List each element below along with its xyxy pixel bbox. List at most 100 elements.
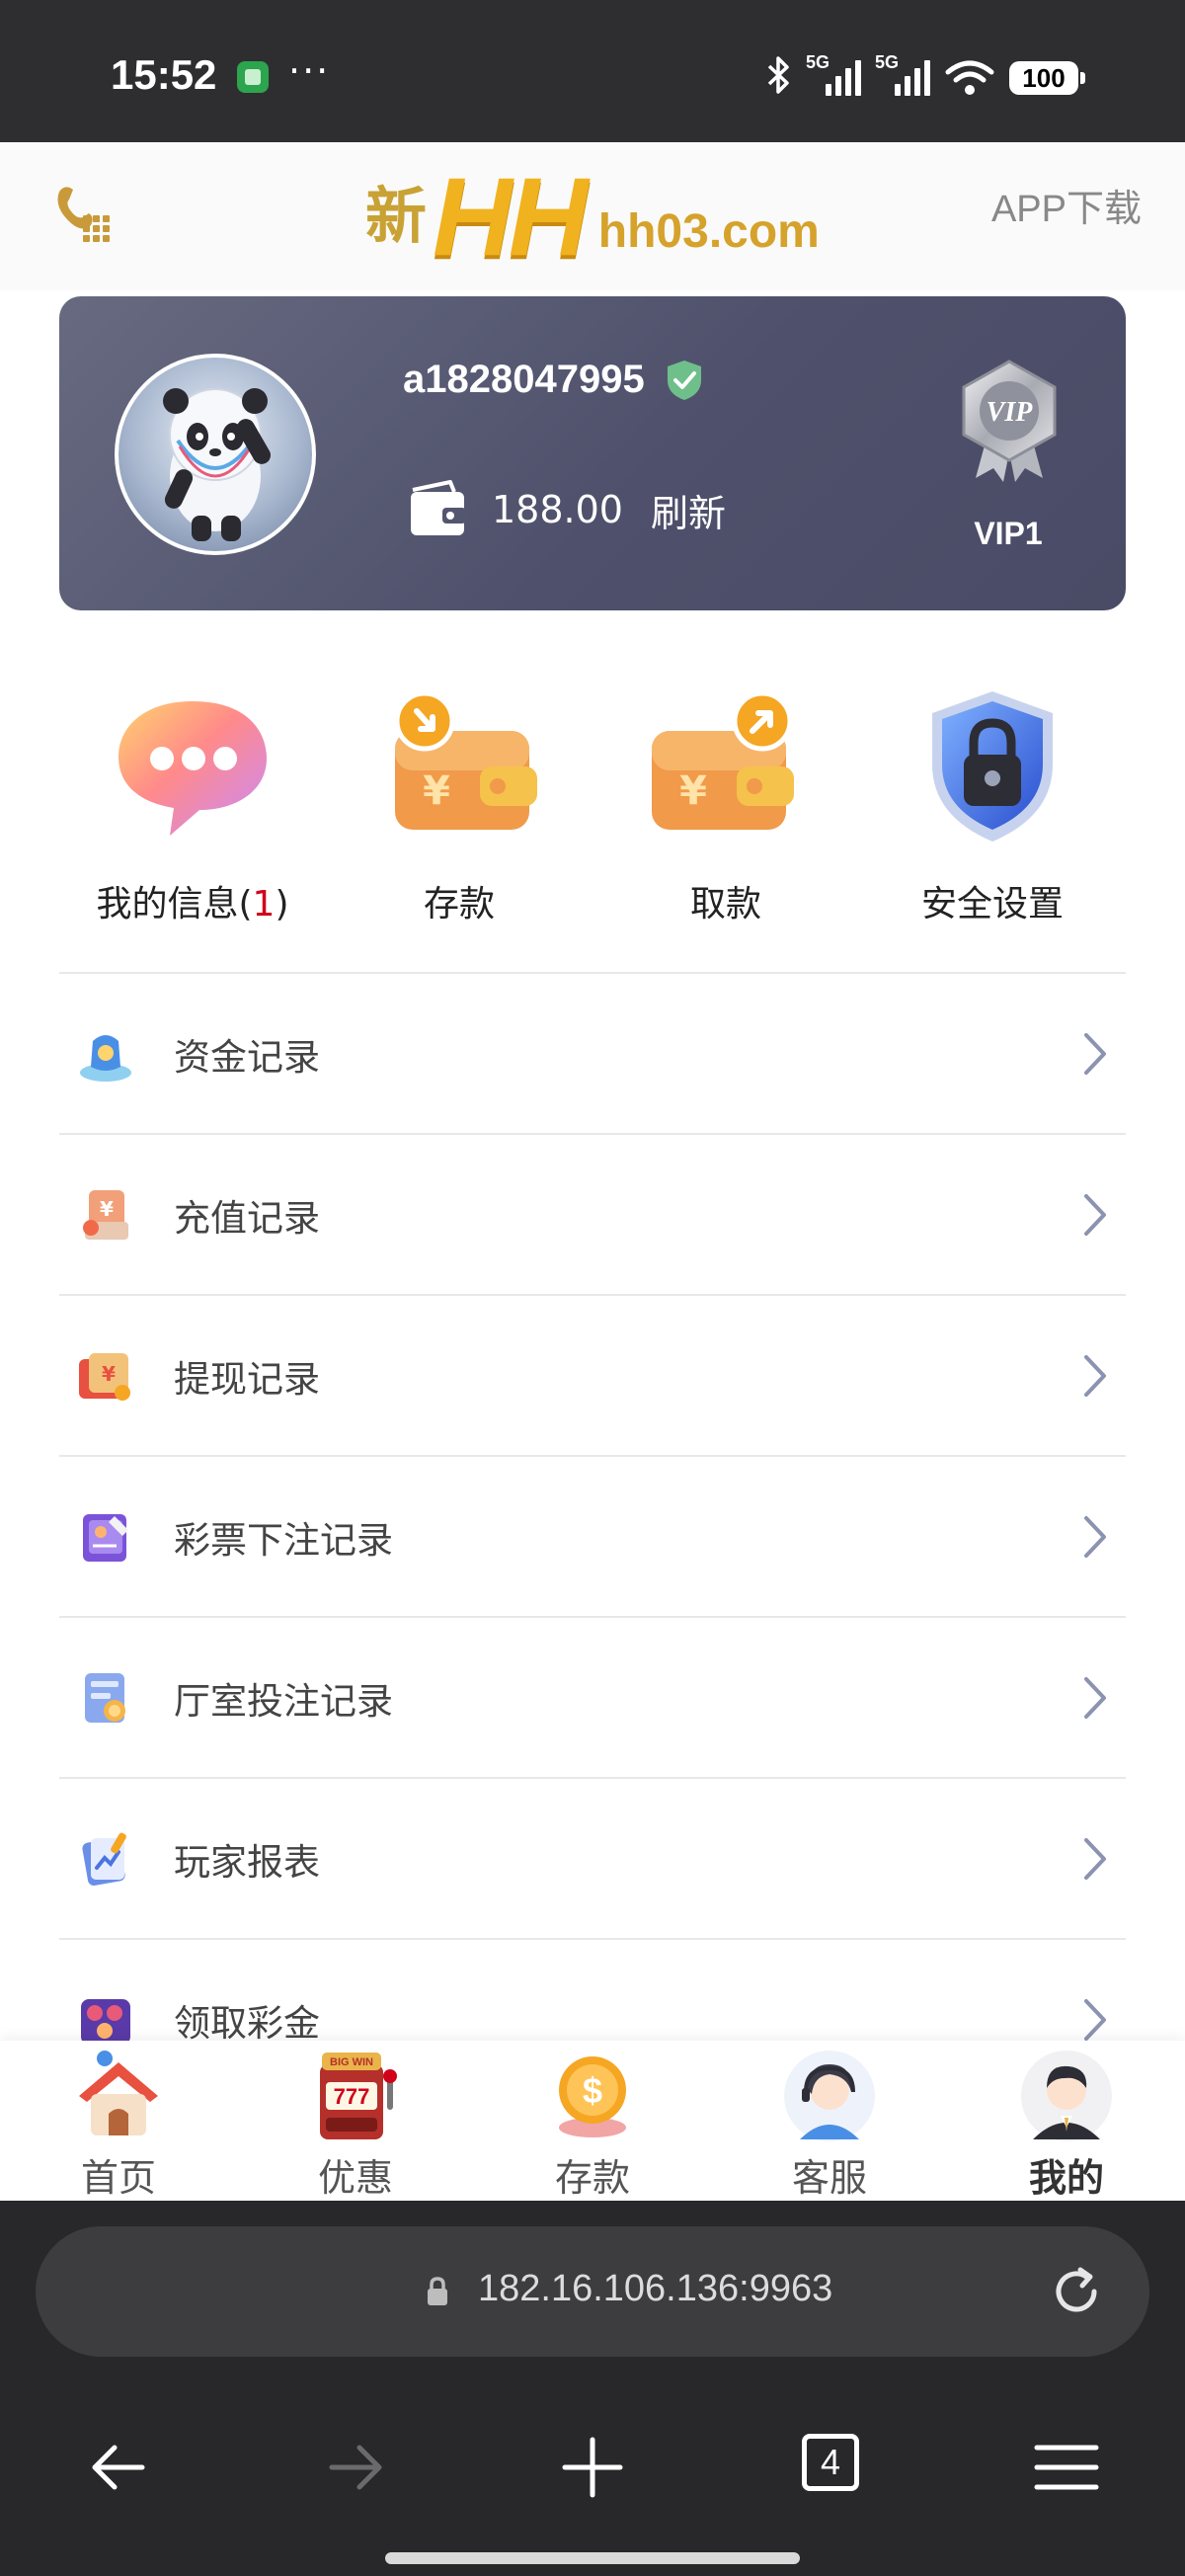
records-menu: 资金记录 ¥ 充值记录 ¥ 提现记录 彩票下注记录 厅室投注记录 玩家报表 领取… xyxy=(59,972,1126,2099)
menu-item-label: 资金记录 xyxy=(174,1036,320,1079)
action-label: 存款 xyxy=(423,884,495,925)
tab-deposit[interactable]: $ 存款 xyxy=(474,2041,711,2201)
site-logo[interactable]: 新 HH hh03.com xyxy=(365,154,820,273)
back-arrow-icon[interactable] xyxy=(69,2418,168,2517)
profile-icon xyxy=(1021,2051,1112,2141)
tab-support[interactable]: 客服 xyxy=(711,2041,948,2201)
withdraw-record-icon: ¥ xyxy=(79,1353,130,1401)
fund-record-icon xyxy=(80,1035,131,1082)
quick-actions: 我的信息(1) ¥ 存款 ¥ 取款 安全设置 xyxy=(59,682,1126,938)
menu-item-label: 彩票下注记录 xyxy=(174,1519,393,1562)
menu-item-label: 充值记录 xyxy=(174,1197,320,1240)
lottery-bet-icon xyxy=(83,1514,128,1562)
chevron-right-icon xyxy=(1084,1033,1106,1075)
battery-indicator: 100 xyxy=(1009,61,1085,95)
hall-bet-icon xyxy=(85,1673,125,1723)
svg-text:¥: ¥ xyxy=(679,768,707,814)
chevron-right-icon xyxy=(1084,1355,1106,1397)
svg-text:777: 777 xyxy=(334,2084,370,2109)
wallet-deposit-icon: ¥ xyxy=(394,690,537,830)
action-deposit[interactable]: ¥ 存款 xyxy=(326,682,592,938)
tab-profile[interactable]: 我的 xyxy=(948,2041,1185,2201)
menu-item-label: 提现记录 xyxy=(174,1358,320,1401)
app-notification-icon xyxy=(237,61,269,93)
menu-item-recharge-record[interactable]: ¥ 充值记录 xyxy=(59,1133,1126,1294)
user-card: a1828047995 188.00 刷新 VIP VIP1 xyxy=(59,296,1126,610)
phone-keypad-icon[interactable] xyxy=(47,178,117,247)
action-withdraw[interactable]: ¥ 取款 xyxy=(592,682,859,938)
menu-hamburger-icon[interactable] xyxy=(1017,2418,1116,2517)
tab-switcher-button[interactable]: 4 xyxy=(786,2418,885,2517)
svg-text:¥: ¥ xyxy=(102,1362,116,1386)
menu-item-label: 玩家报表 xyxy=(174,1841,320,1884)
shield-check-icon xyxy=(667,360,701,400)
app-download-link[interactable]: APP下载 xyxy=(991,178,1142,232)
tab-label: 客服 xyxy=(791,2156,867,2200)
signal-icon-1: 5G xyxy=(806,52,861,98)
action-my-messages[interactable]: 我的信息(1) xyxy=(59,682,326,938)
logo-domain: hh03.com xyxy=(597,205,820,258)
menu-item-player-report[interactable]: 玩家报表 xyxy=(59,1777,1126,1938)
action-label: 安全设置 xyxy=(920,884,1064,925)
browser-toolbar: 182.16.106.136:9963 4 xyxy=(0,2201,1185,2576)
panda-mascot-icon xyxy=(163,388,271,541)
lock-shield-icon xyxy=(932,691,1053,842)
svg-text:BIG WIN: BIG WIN xyxy=(330,2056,373,2068)
browser-nav-row: 4 xyxy=(0,2418,1185,2527)
reload-icon[interactable] xyxy=(1047,2262,1106,2321)
status-indicators: 5G 5G 100 xyxy=(766,52,1085,103)
action-security-settings[interactable]: 安全设置 xyxy=(859,682,1126,938)
username: a1828047995 xyxy=(403,358,645,401)
url-text: 182.16.106.136:9963 xyxy=(478,2268,833,2309)
vip-badge-icon[interactable]: VIP xyxy=(954,360,1065,482)
svg-text:¥: ¥ xyxy=(423,768,450,814)
refresh-button[interactable]: 刷新 xyxy=(651,483,726,537)
balance-row: 188.00 刷新 xyxy=(407,480,726,539)
wallet-icon xyxy=(411,480,466,535)
message-count-badge: 1 xyxy=(252,884,276,925)
coin-icon: $ xyxy=(559,2056,626,2137)
action-label: 取款 xyxy=(689,884,761,925)
svg-text:$: $ xyxy=(583,2070,602,2111)
recharge-record-icon: ¥ xyxy=(83,1190,128,1240)
more-notifications-dots: ··· xyxy=(288,49,331,93)
logo-prefix: 新 xyxy=(365,180,428,252)
home-indicator xyxy=(385,2552,800,2564)
wallet-withdraw-icon: ¥ xyxy=(652,690,794,830)
bottom-tab-bar: 首页 BIG WIN 777 优惠 $ 存款 客服 我的 xyxy=(0,2041,1185,2201)
tab-label: 优惠 xyxy=(317,2156,393,2200)
menu-item-withdraw-record[interactable]: ¥ 提现记录 xyxy=(59,1294,1126,1455)
chevron-right-icon xyxy=(1084,1516,1106,1558)
lock-icon xyxy=(428,2277,447,2305)
slot-machine-icon: BIG WIN 777 xyxy=(320,2053,397,2139)
chevron-right-icon xyxy=(1084,1194,1106,1236)
forward-arrow-icon[interactable] xyxy=(306,2418,405,2517)
svg-text:¥: ¥ xyxy=(100,1197,114,1221)
bluetooth-icon xyxy=(766,55,792,102)
logo-main: HH xyxy=(433,155,589,279)
tab-label: 首页 xyxy=(80,2156,156,2200)
address-bar[interactable]: 182.16.106.136:9963 xyxy=(36,2226,1149,2357)
player-report-icon xyxy=(82,1832,126,1887)
balance-amount: 188.00 xyxy=(492,488,623,531)
vip-badge-text: VIP xyxy=(987,397,1034,428)
chevron-right-icon xyxy=(1084,1677,1106,1719)
signal-icon-2: 5G xyxy=(875,52,930,98)
tab-promotions[interactable]: BIG WIN 777 优惠 xyxy=(237,2041,474,2201)
chevron-right-icon xyxy=(1084,1838,1106,1880)
tab-home[interactable]: 首页 xyxy=(0,2041,237,2201)
new-tab-plus-icon[interactable] xyxy=(543,2418,642,2517)
menu-item-hall-bet-record[interactable]: 厅室投注记录 xyxy=(59,1616,1126,1777)
username-row: a1828047995 xyxy=(403,358,704,402)
chevron-right-icon xyxy=(1084,1999,1106,2041)
chat-bubble-icon xyxy=(118,701,267,836)
menu-item-fund-record[interactable]: 资金记录 xyxy=(59,972,1126,1133)
site-header: 新 HH hh03.com APP下载 xyxy=(0,142,1185,290)
status-bar: 15:52 ··· 5G 5G 100 xyxy=(0,0,1185,142)
menu-item-lottery-bet-record[interactable]: 彩票下注记录 xyxy=(59,1455,1126,1616)
action-label: 我的信息(1) xyxy=(96,884,289,925)
avatar[interactable] xyxy=(115,354,316,555)
menu-item-label: 领取彩金 xyxy=(174,2002,320,2045)
tab-count: 4 xyxy=(802,2434,859,2491)
vip-level: VIP1 xyxy=(974,516,1043,551)
